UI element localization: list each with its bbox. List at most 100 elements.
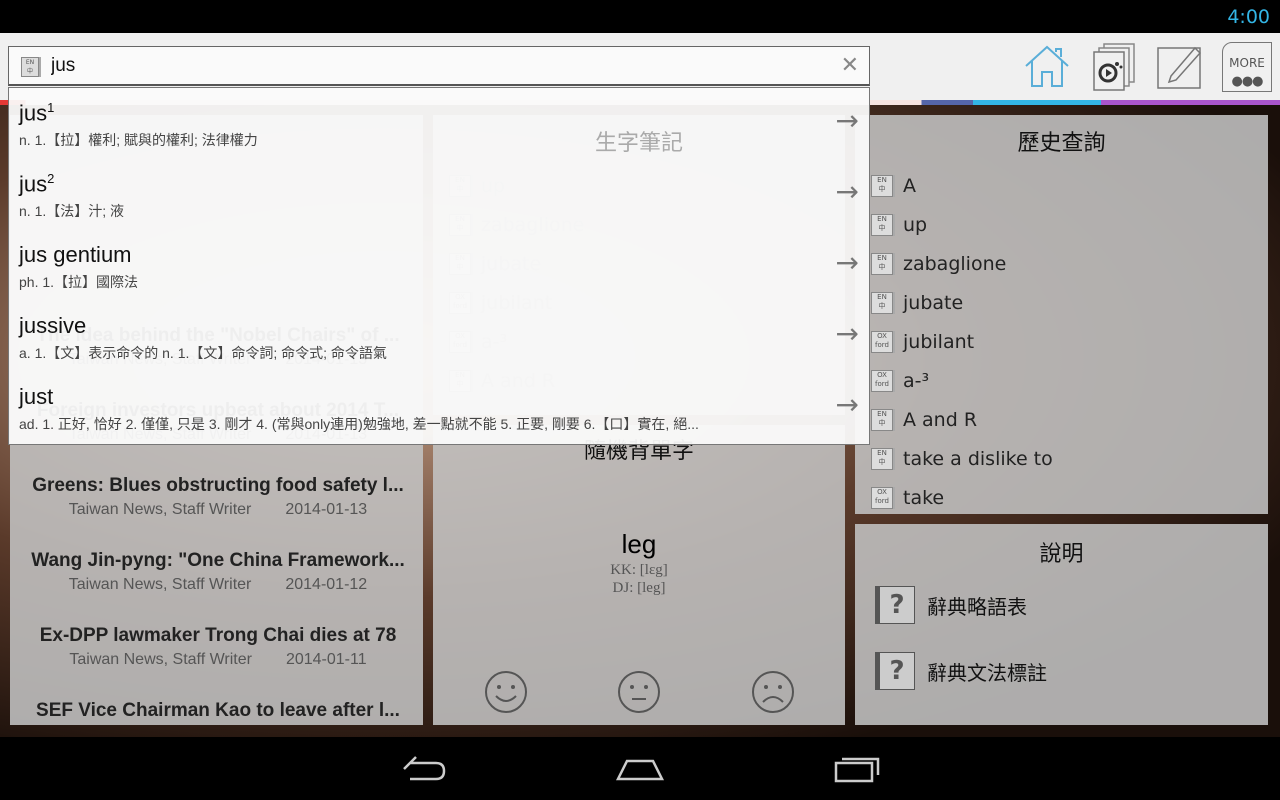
news-item[interactable]: Ex-DPP lawmaker Trong Chai dies at 78 Tai… bbox=[23, 625, 413, 669]
news-item[interactable]: SEF Vice Chairman Kao to leave after l..… bbox=[23, 700, 413, 722]
news-title: SEF Vice Chairman Kao to leave after l..… bbox=[36, 700, 400, 721]
suggestion-word: jus2 bbox=[19, 171, 54, 197]
history-item[interactable]: EN 中 take a dislike to bbox=[871, 448, 1053, 470]
recents-icon[interactable] bbox=[834, 755, 882, 783]
suggestion-definition: ad. 1. 正好, 恰好 2. 僅僅, 只是 3. 剛才 4. (常與only… bbox=[19, 416, 699, 432]
news-meta: Taiwan News, Staff Writer 2014-01-12 bbox=[23, 576, 413, 594]
en-zh-dict-icon: EN中 bbox=[871, 253, 893, 275]
news-item[interactable]: Greens: Blues obstructing food safety l.… bbox=[23, 475, 413, 519]
status-bar: 4:00 bbox=[0, 0, 1280, 33]
oxford-dict-icon: OXford bbox=[871, 370, 893, 392]
en-zh-dict-icon[interactable]: EN 中 bbox=[21, 57, 39, 77]
help-item[interactable]: ? 辭典文法標註 bbox=[875, 652, 1047, 690]
history-item[interactable]: EN 中 zabaglione bbox=[871, 253, 1006, 275]
arrow-right-icon[interactable]: → bbox=[836, 175, 859, 208]
suggestion-definition: ph. 1.【拉】國際法 bbox=[19, 274, 139, 290]
help-icon: ? bbox=[875, 652, 915, 690]
help-item[interactable]: ? 辭典略語表 bbox=[875, 586, 1027, 624]
news-source: Taiwan News, Staff Writer bbox=[68, 576, 252, 593]
news-date: 2014-01-12 bbox=[285, 576, 368, 593]
history-panel: 歷史查詢 EN 中 A EN 中 up EN 中 zabaglione EN 中 jubate OX fo… bbox=[855, 115, 1268, 514]
home-nav-icon[interactable] bbox=[615, 755, 665, 783]
news-title: Ex-DPP lawmaker Trong Chai dies at 78 bbox=[39, 625, 397, 646]
frown-icon[interactable] bbox=[751, 670, 795, 714]
news-meta: Taiwan News, Staff Writer 2014-01-11 bbox=[23, 651, 413, 669]
suggestion-word: jussive bbox=[19, 313, 86, 339]
oxford-dict-icon: OXford bbox=[871, 487, 893, 509]
history-item[interactable]: OX ford a-³ bbox=[871, 370, 929, 392]
smile-icon[interactable] bbox=[484, 670, 528, 714]
suggestion-definition: n. 1.【法】汁; 液 bbox=[19, 203, 125, 219]
suggestion-headword: jus bbox=[19, 100, 48, 126]
back-icon[interactable] bbox=[400, 755, 448, 783]
history-word: jubate bbox=[903, 292, 964, 314]
navigation-bar bbox=[0, 737, 1280, 800]
suggestion-headword: jus gentium bbox=[19, 242, 132, 267]
suggestion-item[interactable]: jussive a. 1.【文】表示命令的 n. 1.【文】命令詞; 命令式; 命… bbox=[9, 301, 869, 372]
suggestion-item[interactable]: just ad. 1. 正好, 恰好 2. 僅僅, 只是 3. 剛才 4. (常與… bbox=[9, 372, 869, 443]
suggestion-word: jus gentium bbox=[19, 242, 132, 268]
home-icon[interactable] bbox=[1022, 42, 1072, 92]
history-title: 歷史查詢 bbox=[1017, 131, 1106, 156]
suggestion-word: just bbox=[19, 384, 53, 410]
history-item[interactable]: OX ford take bbox=[871, 487, 944, 509]
more-dots-icon: ●●● bbox=[1231, 74, 1263, 89]
history-item[interactable]: EN 中 jubate bbox=[871, 292, 963, 314]
suggestion-item[interactable]: jus gentium ph. 1.【拉】國際法 → bbox=[9, 230, 869, 301]
suggestion-homograph: 1 bbox=[47, 100, 55, 115]
news-title: Greens: Blues obstructing food safety l.… bbox=[32, 475, 404, 496]
more-label: MORE bbox=[1229, 56, 1265, 70]
en-zh-dict-icon: EN中 bbox=[871, 292, 893, 314]
history-item[interactable]: EN 中 A and R bbox=[871, 409, 977, 431]
suggestion-headword: jussive bbox=[19, 313, 87, 338]
suggestion-headword: just bbox=[19, 384, 54, 409]
help-label: 辭典文法標註 bbox=[927, 660, 1047, 685]
history-word: up bbox=[903, 214, 928, 236]
en-zh-dict-icon: EN中 bbox=[871, 409, 893, 431]
clock: 4:00 bbox=[1227, 6, 1270, 28]
news-title: Wang Jin-pyng: "One China Framework... bbox=[31, 550, 405, 571]
news-source: Taiwan News, Staff Writer bbox=[69, 651, 252, 668]
news-meta: Taiwan News, Staff Writer 2014-01-13 bbox=[23, 501, 413, 519]
help-panel: 說明 ? 辭典略語表? 辭典文法標註 bbox=[855, 524, 1268, 725]
close-icon[interactable]: ✕ bbox=[841, 53, 859, 78]
vocab-title: 生字筆記 bbox=[594, 131, 683, 156]
help-title: 說明 bbox=[1039, 542, 1084, 567]
news-item[interactable]: Wang Jin-pyng: "One China Framework... Ta… bbox=[23, 550, 413, 594]
history-word: jubilant bbox=[903, 331, 975, 353]
en-zh-dict-icon: EN中 bbox=[871, 448, 893, 470]
suggestion-definition: a. 1.【文】表示命令的 n. 1.【文】命令詞; 命令式; 命令語氣 bbox=[19, 345, 387, 361]
history-word: A bbox=[903, 175, 916, 197]
suggestion-homograph: 2 bbox=[47, 171, 55, 186]
history-word: take bbox=[903, 487, 945, 509]
flashcards-icon[interactable] bbox=[1090, 42, 1140, 92]
help-icon: ? bbox=[875, 586, 915, 624]
neutral-icon[interactable] bbox=[617, 670, 661, 714]
search-bar: EN中 ✕ bbox=[8, 46, 870, 86]
random-word[interactable]: leg bbox=[433, 529, 845, 560]
arrow-right-icon[interactable]: → bbox=[836, 317, 859, 350]
oxford-dict-icon: OXford bbox=[871, 331, 893, 353]
history-word: take a dislike to bbox=[903, 448, 1053, 470]
history-word: a-³ bbox=[903, 370, 930, 392]
news-date: 2014-01-11 bbox=[285, 651, 367, 668]
help-label: 辭典略語表 bbox=[927, 594, 1027, 619]
more-button[interactable]: MORE ●●● bbox=[1222, 42, 1272, 92]
edit-icon[interactable] bbox=[1155, 42, 1205, 92]
kk-phonetic: KK: [lɛg] bbox=[610, 562, 668, 578]
suggestion-word: jus1 bbox=[19, 100, 54, 126]
history-item[interactable]: EN 中 A bbox=[871, 175, 916, 197]
dj-phonetic: DJ: [leg] bbox=[612, 580, 666, 596]
history-word: A and R bbox=[903, 409, 978, 431]
news-date: 2014-01-13 bbox=[285, 501, 368, 518]
suggestion-headword: jus bbox=[19, 171, 48, 197]
history-item[interactable]: EN 中 up bbox=[871, 214, 927, 236]
en-zh-dict-icon: EN中 bbox=[871, 175, 893, 197]
arrow-right-icon[interactable]: → bbox=[836, 388, 859, 421]
news-source: Taiwan News, Staff Writer bbox=[68, 501, 252, 518]
arrow-right-icon[interactable]: → bbox=[836, 246, 859, 279]
history-item[interactable]: OX ford jubilant bbox=[871, 331, 974, 353]
suggestion-item[interactable]: jus2 n. 1.【法】汁; 液 → bbox=[9, 159, 869, 230]
search-input[interactable] bbox=[51, 53, 811, 79]
en-zh-dict-icon: EN中 bbox=[871, 214, 893, 236]
